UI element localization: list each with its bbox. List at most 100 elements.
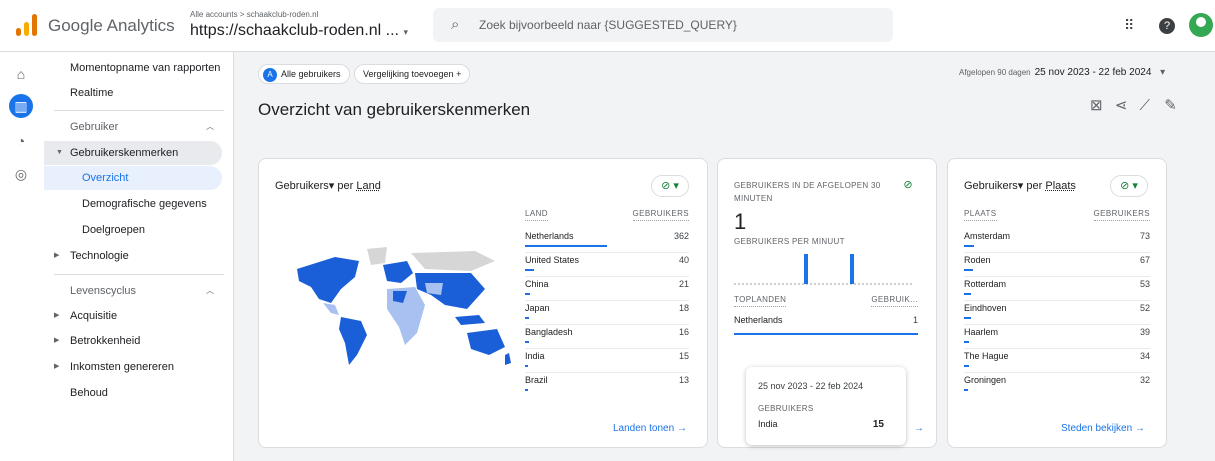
row-value: 32	[1139, 375, 1150, 385]
column-header-users[interactable]: GEBRUIKERS	[1093, 209, 1150, 221]
data-quality-check-icon[interactable]: ⊘ ▾	[651, 175, 689, 197]
tooltip-value: 15	[872, 419, 884, 430]
nav-retention[interactable]: Behoud	[54, 381, 224, 405]
customize-report-icon[interactable]: ⊠	[1090, 97, 1103, 114]
nav-snapshot[interactable]: Momentopname van rapporten	[54, 56, 224, 80]
arrow-right-icon[interactable]: →	[914, 423, 924, 434]
nav-section-lifecycle-label: Levenscyclus	[70, 285, 137, 297]
date-range-picker[interactable]: Afgelopen 90 dagen 25 nov 2023 - 22 feb 2…	[959, 67, 1165, 78]
map-africa	[387, 287, 425, 345]
data-quality-check-icon[interactable]: ⊘ ▾	[1110, 175, 1148, 197]
chevron-up-icon: ︿	[206, 286, 214, 295]
table-row[interactable]: Rotterdam 53	[964, 277, 1150, 301]
row-name: China	[525, 279, 549, 289]
country-card-title[interactable]: Gebruikers▾ per Land	[275, 179, 381, 192]
table-row[interactable]: Eindhoven 52	[964, 301, 1150, 325]
tooltip-metric: GEBRUIKERS	[758, 404, 814, 413]
dropdown-icon: ▾	[328, 180, 335, 192]
help-icon[interactable]: ?	[1159, 18, 1175, 34]
row-bar	[964, 341, 970, 343]
row-bar	[525, 317, 530, 319]
map-greenland	[367, 247, 387, 265]
dimension-selector[interactable]: Land	[356, 180, 380, 192]
property-selector[interactable]: https://schaakclub-roden.nl ... ▾	[190, 22, 408, 40]
table-row[interactable]: Haarlem 39	[964, 325, 1150, 349]
column-header-city[interactable]: PLAATS	[964, 209, 997, 221]
dimension-selector[interactable]: Plaats	[1045, 180, 1076, 192]
world-map	[297, 247, 511, 365]
table-row[interactable]: Netherlands 362	[525, 229, 689, 253]
left-rail: ⌂ ▥ ◔ ◎	[0, 52, 44, 461]
nav-user-attributes[interactable]: ▼ Gebruikerskenmerken	[44, 141, 222, 165]
row-value: 13	[678, 375, 689, 385]
nav-realtime[interactable]: Realtime	[54, 81, 224, 105]
tooltip-range: 25 nov 2023 - 22 feb 2024	[758, 381, 864, 391]
explore-icon[interactable]: ◔	[9, 129, 33, 153]
nav-audiences[interactable]: Doelgroepen	[54, 218, 224, 242]
per-minute-chart	[734, 254, 914, 285]
row-bar	[964, 317, 972, 319]
view-cities-link[interactable]: Steden bekijken →	[1061, 423, 1145, 434]
analytics-logo-icon[interactable]	[14, 12, 40, 38]
nav-overview[interactable]: Overzicht	[44, 166, 222, 190]
table-row[interactable]: Roden 67	[964, 253, 1150, 277]
map-asia	[415, 273, 485, 309]
chart-bar	[804, 254, 808, 284]
row-value: 21	[678, 279, 689, 289]
nav-demographics[interactable]: Demografische gegevens	[54, 192, 224, 216]
table-row[interactable]: India 15	[525, 349, 689, 373]
home-icon[interactable]: ⌂	[9, 62, 33, 86]
table-row[interactable]: Groningen 32	[964, 373, 1150, 397]
main-content: A Alle gebruikers Vergelijking toevoegen …	[234, 52, 1215, 461]
city-card-title[interactable]: Gebruikers▾ per Plaats	[964, 179, 1076, 192]
table-row[interactable]: Amsterdam 73	[964, 229, 1150, 253]
reports-icon[interactable]: ▥	[9, 94, 33, 118]
metric-selector[interactable]: Gebruikers	[964, 180, 1018, 192]
apps-grid-icon[interactable]: ⠿	[1124, 17, 1134, 34]
view-countries-link[interactable]: Landen tonen →	[613, 423, 687, 434]
table-row[interactable]: Japan 18	[525, 301, 689, 325]
table-row[interactable]: Netherlands 1	[734, 313, 918, 335]
table-row[interactable]: United States 40	[525, 253, 689, 277]
search-bar[interactable]: ⌕ Zoek bijvoorbeeld naar {SUGGESTED_QUER…	[433, 8, 893, 42]
nav-engagement[interactable]: ▶ Betrokkenheid	[54, 329, 224, 353]
account-breadcrumb[interactable]: Alle accounts > schaakclub-roden.nl	[190, 10, 318, 19]
map-tooltip: 25 nov 2023 - 22 feb 2024 GEBRUIKERS Ind…	[746, 367, 906, 445]
column-header-users[interactable]: GEBRUIK...	[871, 295, 918, 307]
row-value: 34	[1139, 351, 1150, 361]
column-header-top-countries[interactable]: TOPLANDEN	[734, 295, 787, 307]
caret-right-icon: ▶	[54, 312, 60, 319]
metric-selector[interactable]: Gebruikers	[275, 180, 329, 192]
table-row[interactable]: The Hague 34	[964, 349, 1150, 373]
row-name: Groningen	[964, 375, 1007, 385]
row-bar	[525, 341, 529, 343]
row-bar	[964, 245, 974, 247]
row-bar	[525, 365, 529, 367]
add-comparison-button[interactable]: Vergelijking toevoegen +	[354, 64, 471, 84]
search-placeholder: Zoek bijvoorbeeld naar {SUGGESTED_QUERY}	[479, 18, 737, 32]
nav-section-lifecycle[interactable]: Levenscyclus ︿	[54, 279, 224, 303]
avatar[interactable]	[1189, 13, 1213, 37]
table-row[interactable]: Brazil 13	[525, 373, 689, 397]
row-value: 18	[678, 303, 689, 313]
nav-acquisition[interactable]: ▶ Acquisitie	[54, 304, 224, 328]
column-header-users[interactable]: GEBRUIKERS	[632, 209, 689, 221]
insights-icon[interactable]: ⟋	[1140, 97, 1151, 114]
nav-section-user[interactable]: Gebruiker ︿	[54, 115, 224, 139]
search-icon: ⌕	[451, 16, 460, 33]
share-icon[interactable]: ⋖	[1115, 97, 1128, 114]
top-bar: Google Analytics Alle accounts > schaakc…	[0, 0, 1215, 52]
column-header-country[interactable]: LAND	[525, 209, 548, 221]
nav-technology[interactable]: ▶ Technologie	[54, 244, 224, 268]
row-bar	[525, 293, 530, 295]
row-bar	[964, 389, 969, 391]
all-users-chip[interactable]: A Alle gebruikers	[258, 64, 350, 84]
table-row[interactable]: Bangladesh 16	[525, 325, 689, 349]
nav-monetization[interactable]: ▶ Inkomsten genereren	[54, 355, 224, 379]
edit-icon[interactable]: ✎	[1164, 97, 1177, 114]
row-name: Haarlem	[964, 327, 999, 337]
advertising-icon[interactable]: ◎	[9, 162, 33, 186]
table-row[interactable]: China 21	[525, 277, 689, 301]
date-range-value: 25 nov 2023 - 22 feb 2024	[1034, 67, 1152, 78]
data-quality-check-icon[interactable]: ⊘	[898, 175, 918, 197]
